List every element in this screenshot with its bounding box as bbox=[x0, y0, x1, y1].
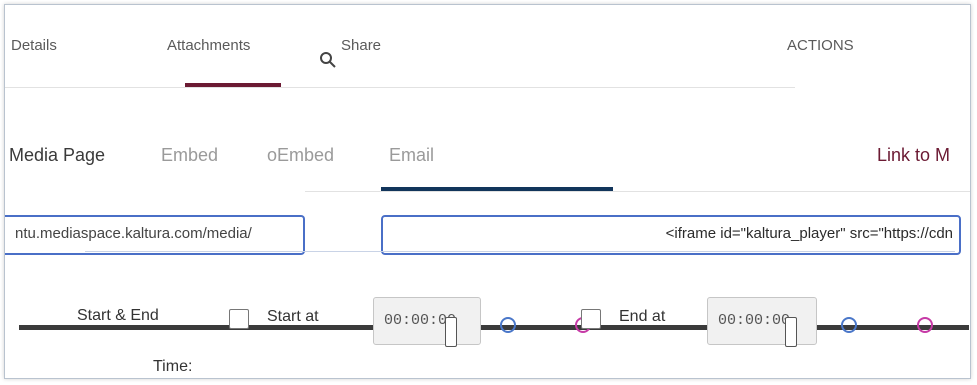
media-link-value: ntu.mediaspace.kaltura.com/media/ bbox=[15, 225, 252, 242]
tab-email[interactable]: Email bbox=[389, 145, 434, 166]
start-at-checkbox[interactable] bbox=[229, 309, 249, 329]
share-panel: Details Attachments Share ACTIONS Media … bbox=[4, 4, 971, 379]
share-tabs: Media Page Embed oEmbed Email Link to M bbox=[5, 145, 970, 175]
end-slider-handle[interactable] bbox=[785, 317, 797, 347]
info-icon[interactable] bbox=[841, 317, 857, 333]
start-end-label: Start & End bbox=[77, 307, 159, 324]
field-underline bbox=[85, 251, 955, 252]
top-tabs: Details Attachments Share ACTIONS bbox=[5, 37, 970, 63]
clear-icon[interactable] bbox=[917, 317, 933, 333]
end-at-label: End at bbox=[619, 308, 666, 325]
share-tabs-divider bbox=[305, 191, 970, 192]
tab-details[interactable]: Details bbox=[11, 37, 57, 54]
start-slider-handle[interactable] bbox=[445, 317, 457, 347]
tabs-divider bbox=[5, 87, 795, 88]
tab-media-page[interactable]: Media Page bbox=[9, 145, 105, 166]
timeline-bar bbox=[19, 325, 969, 330]
tab-embed[interactable]: Embed bbox=[161, 145, 218, 166]
embed-code-field[interactable]: <iframe id="kaltura_player" src="https:/… bbox=[381, 215, 961, 255]
tab-actions[interactable]: ACTIONS bbox=[787, 37, 854, 54]
tab-oembed[interactable]: oEmbed bbox=[267, 145, 334, 166]
info-icon[interactable] bbox=[500, 317, 516, 333]
tab-link-to-media[interactable]: Link to M bbox=[877, 145, 950, 166]
end-at-checkbox[interactable] bbox=[581, 309, 601, 329]
embed-code-value: <iframe id="kaltura_player" src="https:/… bbox=[665, 225, 953, 242]
tab-share[interactable]: Share bbox=[341, 37, 381, 54]
end-time-input[interactable]: 00:00:00 bbox=[707, 297, 817, 345]
end-time-value: 00:00:00 bbox=[718, 312, 791, 329]
tab-attachments[interactable]: Attachments bbox=[167, 37, 250, 54]
media-link-field[interactable]: ntu.mediaspace.kaltura.com/media/ bbox=[5, 215, 305, 255]
start-at-label: Start at bbox=[267, 308, 319, 325]
search-icon[interactable] bbox=[319, 51, 337, 69]
time-label: Time: bbox=[153, 358, 193, 375]
start-time-input[interactable]: 00:00:00 bbox=[373, 297, 481, 345]
